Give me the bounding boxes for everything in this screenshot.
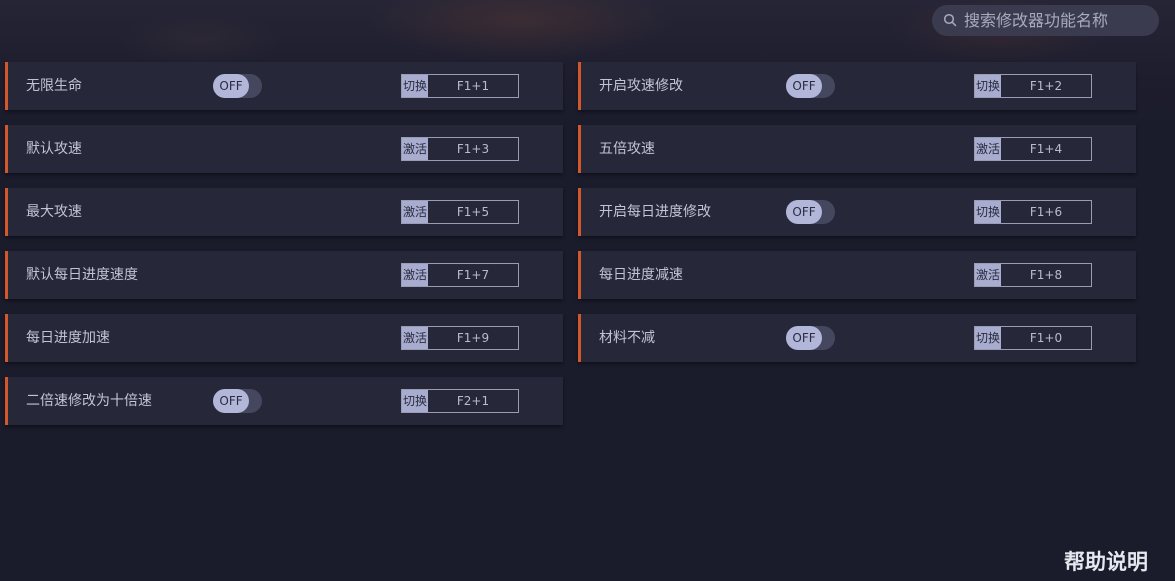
toggle-state: OFF (213, 389, 249, 413)
hotkey-box[interactable]: 切换 F1+6 (974, 200, 1092, 224)
hotkey-mode-tag: 激活 (402, 138, 428, 160)
hotkey-mode-tag: 激活 (402, 327, 428, 349)
cheat-row-default-attack-speed: 默认攻速 激活 F1+3 (5, 125, 563, 173)
hotkey-box[interactable]: 切换 F1+0 (974, 326, 1092, 350)
cheat-row-enable-attack-speed: 开启攻速修改 OFF 切换 F1+2 (578, 62, 1136, 110)
cheat-label: 五倍攻速 (599, 141, 655, 157)
cheat-row-default-daily-progress: 默认每日进度速度 激活 F1+7 (5, 251, 563, 299)
cheat-label: 最大攻速 (26, 204, 82, 220)
toggle-state: OFF (786, 200, 822, 224)
search-icon (943, 13, 957, 27)
hotkey-keys: F1+9 (456, 331, 490, 345)
hotkey-box[interactable]: 切换 F2+1 (401, 389, 519, 413)
hotkey-box[interactable]: 切换 F1+1 (401, 74, 519, 98)
hotkey-box[interactable]: 激活 F1+4 (974, 137, 1092, 161)
hotkey-keys: F2+1 (456, 394, 490, 408)
toggle-switch[interactable]: OFF (786, 326, 835, 350)
cheat-label: 每日进度减速 (599, 267, 683, 283)
search-input[interactable] (964, 9, 1149, 32)
toggle-switch[interactable]: OFF (786, 74, 835, 98)
cheat-row-materials-not-consumed: 材料不减 OFF 切换 F1+0 (578, 314, 1136, 362)
toggle-state: OFF (786, 326, 822, 350)
hotkey-mode-tag: 切换 (975, 327, 1001, 349)
hotkey-mode-tag: 切换 (402, 390, 428, 412)
toggle-state: OFF (213, 74, 249, 98)
toggle-switch[interactable]: OFF (213, 389, 262, 413)
hotkey-box[interactable]: 激活 F1+3 (401, 137, 519, 161)
cheat-row-max-attack-speed: 最大攻速 激活 F1+5 (5, 188, 563, 236)
cheat-label: 默认每日进度速度 (26, 267, 138, 283)
cheat-label: 无限生命 (26, 78, 82, 94)
cheat-label: 二倍速修改为十倍速 (26, 393, 152, 409)
hotkey-mode-tag: 激活 (975, 264, 1001, 286)
cheat-label: 每日进度加速 (26, 330, 110, 346)
cheat-label: 开启每日进度修改 (599, 204, 711, 220)
hotkey-box[interactable]: 激活 F1+5 (401, 200, 519, 224)
hotkey-keys: F1+3 (456, 142, 490, 156)
hotkey-mode-tag: 激活 (975, 138, 1001, 160)
cheat-label: 开启攻速修改 (599, 78, 683, 94)
hotkey-keys: F1+2 (1029, 79, 1063, 93)
hotkey-box[interactable]: 切换 F1+2 (974, 74, 1092, 98)
hotkey-keys: F1+4 (1029, 142, 1063, 156)
toggle-state: OFF (786, 74, 822, 98)
cheat-row-infinite-life: 无限生命 OFF 切换 F1+1 (5, 62, 563, 110)
cheat-row-enable-daily-progress: 开启每日进度修改 OFF 切换 F1+6 (578, 188, 1136, 236)
cheat-row-fivefold-attack-speed: 五倍攻速 激活 F1+4 (578, 125, 1136, 173)
cheat-label: 默认攻速 (26, 141, 82, 157)
hotkey-box[interactable]: 激活 F1+9 (401, 326, 519, 350)
cheat-row-double-to-tenfold-speed: 二倍速修改为十倍速 OFF 切换 F2+1 (5, 377, 563, 425)
search-box[interactable] (932, 5, 1159, 36)
hotkey-box[interactable]: 激活 F1+7 (401, 263, 519, 287)
hotkey-mode-tag: 激活 (402, 201, 428, 223)
cheat-label: 材料不减 (599, 330, 655, 346)
hotkey-mode-tag: 切换 (975, 201, 1001, 223)
hotkey-mode-tag: 激活 (402, 264, 428, 286)
hotkey-keys: F1+8 (1029, 268, 1063, 282)
hotkey-keys: F1+6 (1029, 205, 1063, 219)
cheat-row-daily-progress-speedup: 每日进度加速 激活 F1+9 (5, 314, 563, 362)
hotkey-mode-tag: 切换 (975, 75, 1001, 97)
hotkey-keys: F1+0 (1029, 331, 1063, 345)
hotkey-keys: F1+5 (456, 205, 490, 219)
hotkey-mode-tag: 切换 (402, 75, 428, 97)
toggle-switch[interactable]: OFF (213, 74, 262, 98)
hotkey-box[interactable]: 激活 F1+8 (974, 263, 1092, 287)
toggle-switch[interactable]: OFF (786, 200, 835, 224)
hotkey-keys: F1+7 (456, 268, 490, 282)
cheat-row-daily-progress-slowdown: 每日进度减速 激活 F1+8 (578, 251, 1136, 299)
help-link[interactable]: 帮助说明 (1064, 546, 1148, 576)
hotkey-keys: F1+1 (456, 79, 490, 93)
